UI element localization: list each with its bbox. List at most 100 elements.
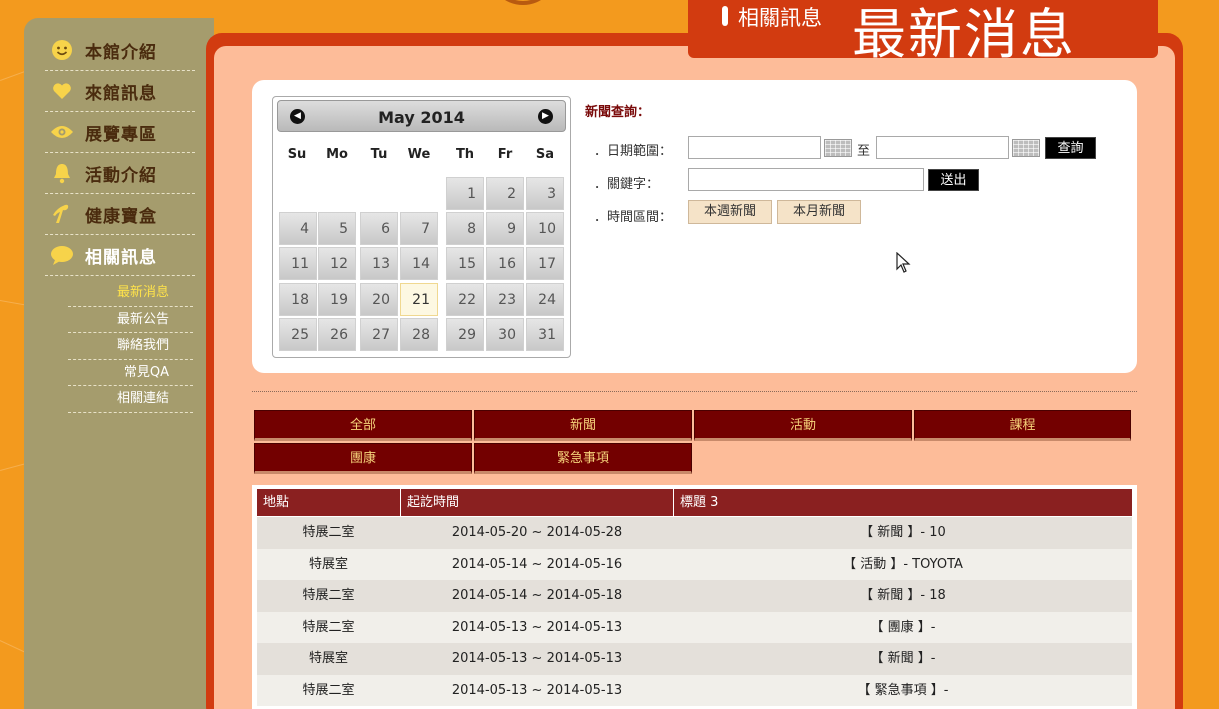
cell-location: 特展室 [308,651,348,666]
tab-news[interactable]: 新聞 [474,410,692,441]
search-title: 新聞查詢： [585,105,651,120]
calendar-day[interactable]: 27 [360,318,398,351]
cell-location: 特展二室 [302,619,355,635]
cell-title[interactable]: 【 新聞 】- 10 [674,517,1132,548]
cell-title[interactable]: 【 團康 】- [674,612,1132,643]
tab-group-recreation[interactable]: 團康 [254,443,472,474]
calendar-day[interactable]: 13 [360,247,398,280]
this-month-button[interactable]: 本月新聞 [777,200,861,224]
calendar-day[interactable]: 20 [360,283,398,316]
next-month-icon[interactable]: ▶ [538,109,553,124]
tab-courses[interactable]: 課程 [914,410,1131,441]
calendar-day[interactable]: 24 [526,283,564,316]
date-to-label: 至 [857,144,871,159]
sidebar-item-label: 本館介紹 [85,42,157,63]
submenu-item-faq[interactable]: 常見QA [68,360,193,386]
calendar-day[interactable]: 4 [279,212,317,245]
cell-period: 2014-05-13 ~ 2014-05-13 [451,651,623,666]
eye-icon [49,121,75,143]
section-divider [252,391,1137,392]
cell-location: 特展二室 [302,682,355,698]
calendar-picker-icon[interactable] [1012,139,1040,157]
cell-title[interactable]: 【 緊急事項 】- [674,675,1132,706]
sidebar-item-label: 相關訊息 [85,247,157,268]
calendar-day[interactable]: 25 [279,318,317,351]
sidebar-submenu: 最新消息 最新公告 聯絡我們 常見QA 相關連結 [68,280,193,413]
runner-icon [49,203,75,225]
sidebar-item-label: 來館訊息 [85,83,157,104]
mouse-cursor-icon [896,252,911,273]
calendar-day[interactable]: 31 [526,318,564,351]
calendar-widget: ◀ May 2014 ▶ Su Mo Tu We Th Fr Sa 1 2 3 4 5 6 7 8 9 10 11… [272,96,571,358]
heart-icon [49,80,75,102]
calendar-day[interactable]: 7 [400,212,438,245]
calendar-header: ◀ May 2014 ▶ [277,100,566,132]
weekday-label: Fr [497,147,513,162]
calendar-day[interactable]: 12 [318,247,356,280]
submenu-item-contact[interactable]: 聯絡我們 [68,333,193,360]
calendar-day[interactable]: 28 [400,318,438,351]
bell-icon [49,162,75,184]
calendar-day[interactable]: 3 [526,177,564,210]
keyword-input[interactable] [688,168,924,191]
cell-period: 2014-05-14 ~ 2014-05-18 [451,588,623,603]
calendar-day[interactable]: 14 [400,247,438,280]
date-range-label: ．日期範圍： [594,144,673,159]
cell-location: 特展二室 [302,588,355,603]
cell-location: 特展二室 [302,525,355,540]
cell-period: 2014-05-20 ~ 2014-05-28 [451,525,623,540]
calendar-day[interactable]: 30 [486,318,524,351]
submenu-item-latest-news[interactable]: 最新消息 [68,280,193,307]
calendar-day[interactable]: 8 [446,212,484,245]
tab-all[interactable]: 全部 [254,410,472,441]
calendar-day-today[interactable]: 21 [400,283,438,316]
calendar-day[interactable]: 6 [360,212,398,245]
calendar-day[interactable]: 26 [318,318,356,351]
sidebar-item-visit[interactable]: 來館訊息 [45,71,195,112]
weekday-label: Sa [535,147,555,162]
logo-arc [488,0,558,5]
sidebar-item-exhibitions[interactable]: 展覽專區 [45,112,195,153]
calendar-day[interactable]: 9 [486,212,524,245]
sidebar-item-about[interactable]: 本館介紹 [45,30,195,71]
calendar-day[interactable]: 10 [526,212,564,245]
sidebar-item-label: 健康寶盒 [85,206,157,227]
calendar-day[interactable]: 16 [486,247,524,280]
date-from-input[interactable] [688,136,821,159]
calendar-title: May 2014 [378,108,465,127]
date-to-input[interactable] [876,136,1009,159]
calendar-day[interactable]: 18 [279,283,317,316]
calendar-picker-icon[interactable] [824,139,852,157]
sidebar-item-health-box[interactable]: 健康寶盒 [45,194,195,235]
page-title: 最新消息 [852,3,1076,66]
calendar-day[interactable]: 2 [486,177,524,210]
sidebar-item-activities[interactable]: 活動介紹 [45,153,195,194]
calendar-day[interactable]: 1 [446,177,484,210]
calendar-day[interactable]: 29 [446,318,484,351]
tab-emergency[interactable]: 緊急事項 [474,443,692,474]
this-week-button[interactable]: 本週新聞 [688,200,772,224]
query-button[interactable]: 查詢 [1045,137,1096,159]
calendar-day[interactable]: 11 [279,247,317,280]
calendar-day[interactable]: 15 [446,247,484,280]
column-header-period: 起訖時間 [401,489,673,516]
calendar-day[interactable]: 23 [486,283,524,316]
tab-activities[interactable]: 活動 [694,410,912,441]
submit-button[interactable]: 送出 [928,169,979,191]
breadcrumb-section: 相關訊息 [738,6,822,30]
submenu-item-announcements[interactable]: 最新公告 [68,307,193,333]
calendar-day[interactable]: 19 [318,283,356,316]
cell-title[interactable]: 【 新聞 】- 18 [674,580,1132,611]
calendar-day[interactable]: 17 [526,247,564,280]
calendar-day[interactable]: 5 [318,212,356,245]
sidebar-nav: 本館介紹 來館訊息 展覽專區 活動介紹 健康寶盒 相關訊息 [45,30,195,276]
sidebar-item-label: 展覽專區 [85,124,157,145]
cell-title[interactable]: 【 活動 】- TOYOTA [674,549,1132,580]
sidebar-item-related-info[interactable]: 相關訊息 [45,235,195,276]
weekday-label: Tu [370,147,388,162]
cell-title[interactable]: 【 新聞 】- [674,643,1132,674]
sidebar-item-label: 活動介紹 [85,165,157,186]
calendar-day[interactable]: 22 [446,283,484,316]
period-label: ．時間區間： [594,210,673,225]
submenu-item-links[interactable]: 相關連結 [68,386,193,413]
